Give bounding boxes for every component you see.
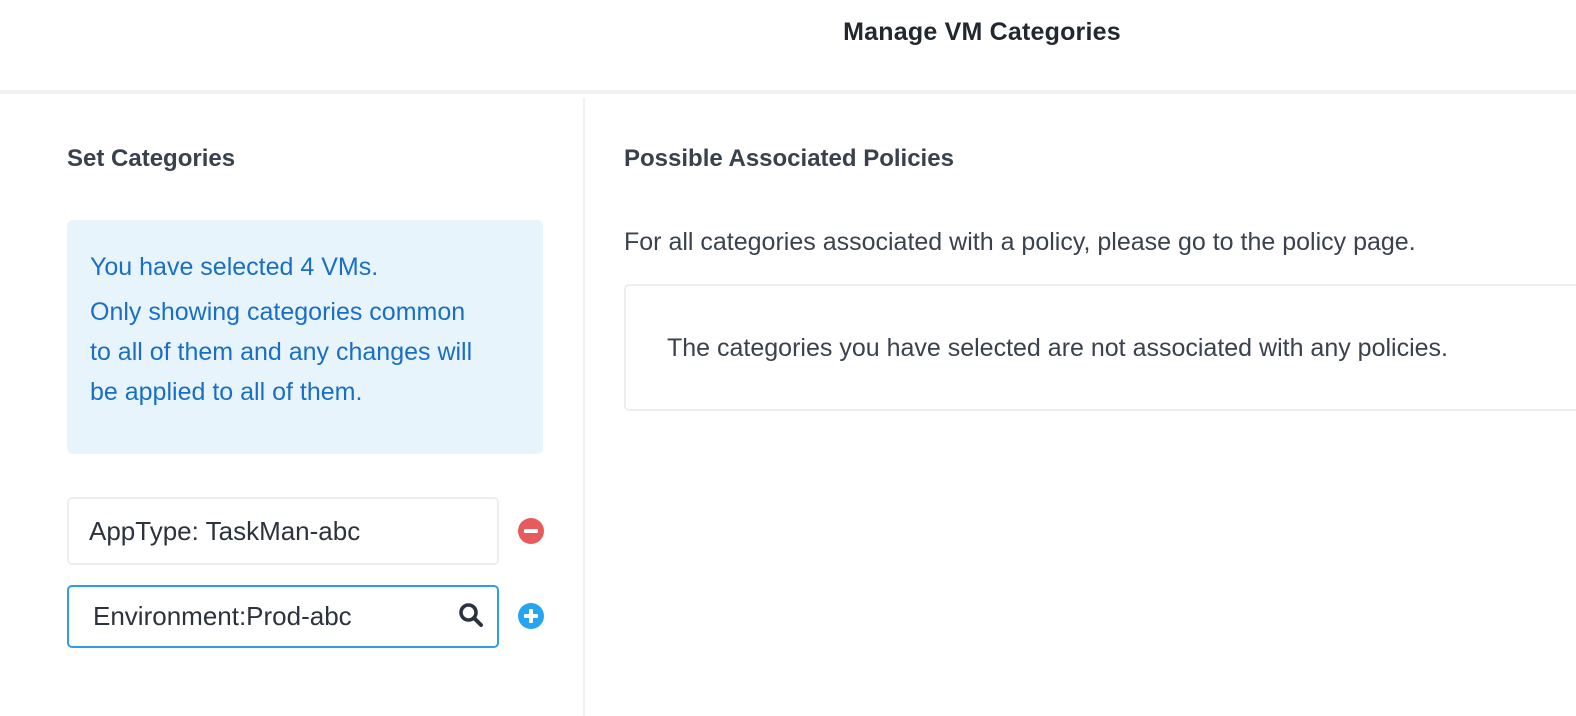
modal-title: Manage VM Categories [843, 18, 1121, 46]
search-icon [459, 603, 483, 627]
category-field-apptype[interactable]: AppType: TaskMan-abc [67, 497, 499, 565]
common-categories-note-line: be applied to all of them. [90, 378, 363, 406]
add-category-button[interactable] [518, 603, 544, 629]
common-categories-note-line: to all of them and any changes will [90, 338, 473, 366]
category-search-input[interactable] [67, 585, 499, 648]
policies-title: Possible Associated Policies [624, 145, 954, 172]
policies-empty-message: The categories you have selected are not… [667, 334, 1449, 362]
selection-info-box: You have selected 4 VMs. Only showing ca… [67, 220, 543, 454]
category-value: AppType: TaskMan-abc [89, 515, 361, 546]
policies-list-box: The categories you have selected are not… [624, 284, 1576, 411]
remove-category-button[interactable] [518, 518, 544, 544]
modal-header: Manage VM Categories [0, 0, 1576, 94]
policies-description: For all categories associated with a pol… [624, 228, 1416, 256]
panel-divider [583, 98, 585, 716]
set-categories-title: Set Categories [67, 145, 236, 172]
selected-vms-text: You have selected 4 VMs. [90, 253, 379, 281]
common-categories-note-line: Only showing categories common [90, 298, 466, 326]
